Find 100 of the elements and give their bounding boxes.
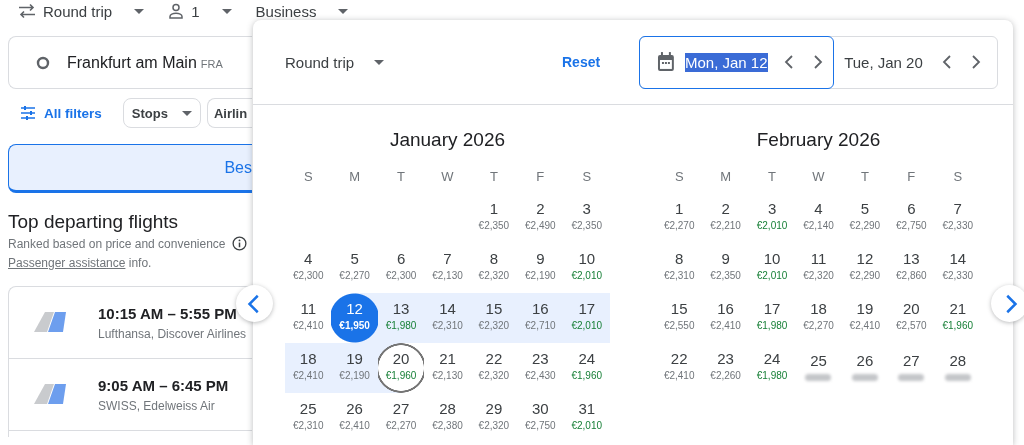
date-cell[interactable]: 4 €2,140	[795, 193, 842, 243]
date-cell[interactable]: 18 €2,270	[795, 293, 842, 343]
date-cell[interactable]: 26 €2,410	[331, 393, 378, 443]
date-cell[interactable]: 28 €2,380	[424, 393, 471, 443]
blurred-price	[805, 373, 832, 381]
date-cell[interactable]: 16 €2,710	[517, 293, 564, 343]
date-cell[interactable]: 2 €2,210	[702, 193, 749, 243]
date-cell[interactable]: 9 €2,190	[517, 243, 564, 293]
caret-icon	[338, 8, 349, 14]
cabin-dropdown[interactable]: Business	[255, 2, 349, 20]
date-cell[interactable]: 22 €2,410	[656, 343, 703, 393]
filter-chip[interactable]: Airlin	[206, 98, 252, 128]
airport-code: FRA	[200, 58, 223, 70]
date-cell[interactable]: 24 €1,960	[563, 343, 610, 393]
weekday-label: M	[719, 167, 733, 186]
date-cell[interactable]: 9 €2,350	[702, 243, 749, 293]
date-cell[interactable]: 27 €2,270	[377, 393, 425, 443]
weekday-label: W	[811, 167, 826, 186]
weekday-label: M	[348, 167, 362, 186]
date-cell[interactable]: 1 €2,270	[656, 193, 703, 243]
date-cell[interactable]: 24 €1,980	[748, 343, 796, 393]
weekday-label: S	[302, 167, 314, 186]
date-cell[interactable]: 12 €2,290	[841, 243, 889, 293]
trip-type-dropdown[interactable]: Round trip	[18, 2, 145, 20]
caret-icon	[221, 8, 232, 14]
date-cell[interactable]: 7 €2,330	[934, 193, 981, 243]
date-cell[interactable]: 19 €2,410	[841, 293, 889, 343]
circle-icon	[36, 55, 50, 70]
date-cell[interactable]: 27	[888, 343, 935, 393]
swap-icon	[18, 3, 36, 19]
date-cell[interactable]: 13 €1,980	[377, 293, 425, 343]
date-cell[interactable]: 11 €2,320	[795, 243, 842, 293]
date-cell[interactable]: 2 €2,490	[517, 193, 564, 243]
date-cell[interactable]: 22 €2,320	[470, 343, 518, 393]
date-cell[interactable]: 10 €2,010	[748, 243, 796, 293]
date-cell[interactable]: 15 €2,320	[470, 293, 518, 343]
date-cell[interactable]: 8 €2,310	[656, 243, 703, 293]
caret-icon	[181, 110, 192, 116]
date-cell[interactable]: 25 €2,310	[285, 393, 332, 443]
blurred-price	[898, 373, 925, 381]
date-cell[interactable]: 12 €1,950	[331, 293, 378, 343]
info-icon	[231, 236, 247, 251]
caret-icon	[134, 8, 145, 14]
date-cell[interactable]: 21 €1,960	[934, 293, 981, 343]
person-icon	[168, 3, 185, 19]
date-cell[interactable]: 28	[934, 343, 981, 393]
date-cell[interactable]: 10 €2,010	[563, 243, 610, 293]
section-heading: Top departing flights	[8, 211, 180, 233]
origin-field[interactable]: Frankfurt am Main FRA	[8, 36, 252, 89]
date-cell[interactable]: 16 €2,410	[702, 293, 749, 343]
date-cell[interactable]: 29 €2,320	[470, 393, 518, 443]
reset-button[interactable]: Reset	[562, 54, 601, 70]
date-cell[interactable]: 13 €2,860	[888, 243, 935, 293]
weekday-label: T	[396, 167, 407, 186]
date-cell[interactable]: 17 €2,010	[563, 293, 610, 343]
passengers-dropdown[interactable]: 1	[168, 2, 232, 20]
date-cell[interactable]: 21 €2,130	[424, 343, 471, 393]
date-cell[interactable]: 19 €2,190	[331, 343, 378, 393]
origin-text: Frankfurt am Main	[67, 53, 197, 72]
date-cell[interactable]: 17 €1,980	[748, 293, 796, 343]
all-filters-button[interactable]: All filters	[8, 105, 102, 121]
trip-type-dropdown[interactable]: Round trip	[285, 53, 465, 71]
date-cell[interactable]: 30 €2,750	[517, 393, 564, 443]
airline-tail-icon	[33, 383, 67, 406]
sort-tab[interactable]: Bes	[8, 144, 252, 193]
airline-names: Lufthansa, Discover Airlines	[98, 326, 247, 341]
date-cell[interactable]: 3 €2,350	[563, 193, 610, 243]
date-cell[interactable]: 14 €2,310	[424, 293, 471, 343]
date-cell[interactable]: 1 €2,350	[470, 193, 518, 243]
date-cell[interactable]: 14 €2,330	[934, 243, 981, 293]
assistance-link[interactable]: Passenger assistance	[8, 256, 126, 270]
date-cell[interactable]: 20 €1,960	[377, 343, 425, 393]
date-cell[interactable]: 4 €2,300	[285, 243, 332, 293]
weekday-label: S	[581, 167, 593, 186]
date-cell[interactable]: 11 €2,410	[285, 293, 332, 343]
date-cell[interactable]: 5 €2,270	[331, 243, 378, 293]
date-cell[interactable]: 15 €2,550	[656, 293, 703, 343]
date-cell[interactable]: 25	[795, 343, 842, 393]
date-cell[interactable]: 23 €2,260	[702, 343, 749, 393]
date-cell[interactable]: 20 €2,570	[888, 293, 935, 343]
previous-month-button[interactable]	[236, 285, 273, 322]
date-cell[interactable]: 26	[841, 343, 889, 393]
date-cell[interactable]: 6 €2,300	[377, 243, 425, 293]
airline-names: SWISS, Edelweiss Air	[98, 398, 216, 413]
weekday-label: F	[535, 167, 546, 186]
date-cell[interactable]: 18 €2,410	[285, 343, 332, 393]
next-month-button[interactable]	[991, 285, 1024, 322]
date-cell[interactable]: 23 €2,430	[517, 343, 564, 393]
date-cell[interactable]: 8 €2,320	[470, 243, 518, 293]
filter-chip[interactable]: Stops	[122, 98, 201, 128]
month-title: February 2026	[755, 128, 882, 152]
flight-row[interactable]: 9:05 AM – 6:45 PM SWISS, Edelweiss Air	[9, 359, 252, 431]
weekday-label: T	[859, 167, 870, 186]
date-cell[interactable]: 3 €2,010	[748, 193, 796, 243]
date-cell[interactable]: 6 €2,750	[888, 193, 935, 243]
date-cell[interactable]: 5 €2,290	[841, 193, 889, 243]
filter-sliders-icon	[20, 106, 36, 120]
date-cell[interactable]: 7 €2,130	[424, 243, 471, 293]
weekday-label: S	[952, 167, 964, 186]
date-cell[interactable]: 31 €2,010	[563, 393, 610, 443]
